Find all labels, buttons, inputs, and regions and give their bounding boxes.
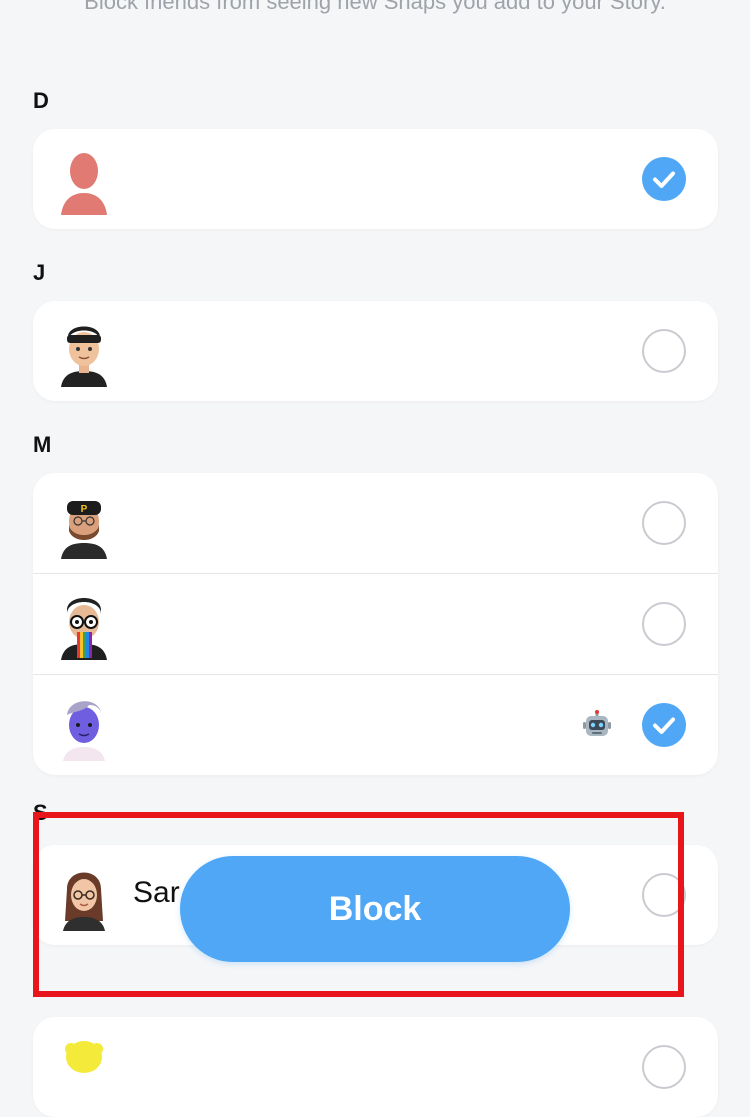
friend-row[interactable]: [33, 301, 718, 401]
select-checkbox-checked[interactable]: [642, 157, 686, 201]
select-checkbox-unchecked[interactable]: [642, 501, 686, 545]
friend-row[interactable]: [33, 129, 718, 229]
select-checkbox-unchecked[interactable]: [642, 1045, 686, 1089]
section-letter-m: M: [33, 432, 52, 457]
bitmoji-purple-avatar: [55, 689, 113, 761]
checkmark-icon: [653, 717, 675, 734]
highlight-box: [33, 812, 684, 997]
friends-card-d: [33, 129, 718, 229]
default-silhouette-avatar: [55, 143, 113, 215]
friends-card-s-next: [33, 1017, 718, 1117]
friend-row[interactable]: [33, 675, 718, 775]
friends-card-j: [33, 301, 718, 401]
bitmoji-yellow-avatar: [55, 1031, 113, 1103]
robot-emoji-icon: [582, 710, 612, 740]
friend-row[interactable]: [33, 574, 718, 675]
select-checkbox-unchecked[interactable]: [642, 602, 686, 646]
section-letter-d: D: [33, 88, 49, 113]
bitmoji-glasses-rainbow-avatar: [55, 588, 113, 660]
select-checkbox-checked[interactable]: [642, 703, 686, 747]
bitmoji-bearded-cap-avatar: P: [55, 487, 113, 559]
friend-row[interactable]: [33, 1017, 718, 1117]
select-checkbox-unchecked[interactable]: [642, 329, 686, 373]
bitmoji-cap-avatar: [55, 315, 113, 387]
checkmark-icon: [653, 171, 675, 188]
friends-card-m: P: [33, 473, 718, 775]
section-letter-j: J: [33, 260, 46, 285]
friend-row[interactable]: P: [33, 473, 718, 574]
svg-text:P: P: [81, 504, 88, 515]
header-subtitle: Block friends from seeing new Snaps you …: [84, 0, 666, 14]
